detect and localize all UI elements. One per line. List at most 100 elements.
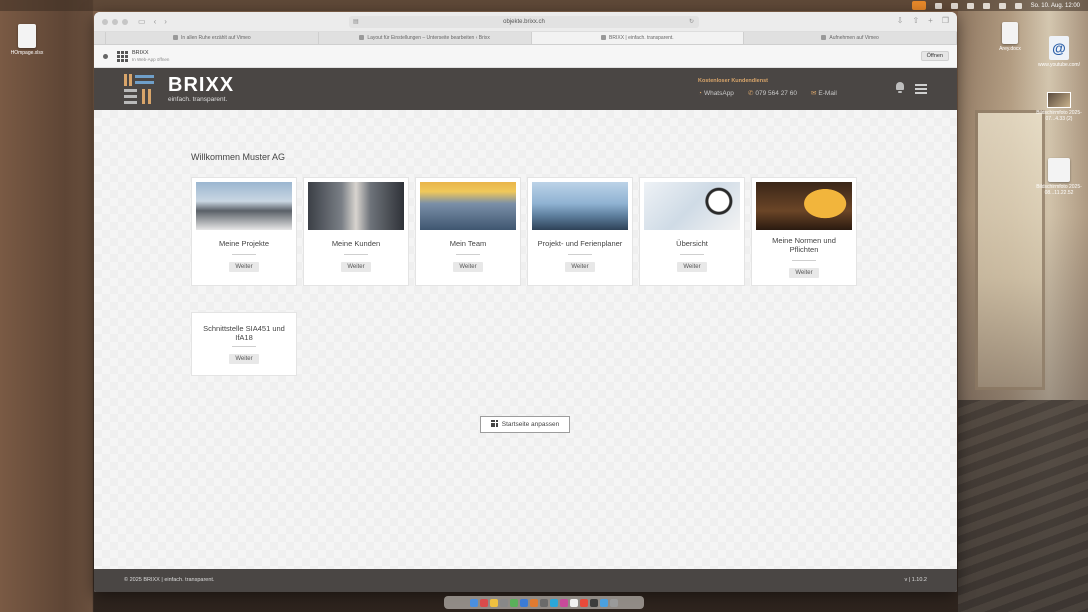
brand-title: BRIXX	[168, 73, 235, 96]
email-icon: ✉	[810, 90, 817, 97]
maximize-window-icon[interactable]	[122, 18, 128, 25]
address-bar[interactable]: ▤ objekte.brixx.ch ↻	[349, 16, 699, 28]
architects-photo	[196, 182, 292, 230]
tile-label: Mein Team	[449, 239, 487, 248]
status-icon[interactable]	[934, 2, 942, 9]
tile-divider	[456, 254, 480, 255]
weiter-button[interactable]: Weiter	[677, 262, 707, 272]
tile-meine-kunden[interactable]: Meine Kunden Weiter	[303, 177, 409, 286]
phone-link[interactable]: ✆ 079 564 27 60	[748, 90, 797, 98]
tab-label: In allen Ruhe erzählt auf Vimeo	[181, 35, 251, 41]
app-icon[interactable]	[520, 598, 528, 607]
favicon-icon	[173, 34, 179, 40]
share-icon[interactable]: ⇧	[912, 16, 919, 25]
document-file-icon	[1002, 22, 1018, 44]
weiter-button[interactable]: Weiter	[341, 262, 371, 272]
tile-mein-team[interactable]: Mein Team Weiter	[415, 177, 521, 286]
tile-label: Meine Projekte	[218, 239, 270, 248]
recording-indicator-icon[interactable]	[911, 1, 926, 10]
gavel-helmet-photo	[756, 182, 852, 230]
desktop-file-youtube[interactable]: @ www.youtube.com/	[1034, 36, 1084, 68]
close-window-icon[interactable]	[102, 18, 108, 25]
app-icon[interactable]	[560, 598, 568, 607]
notifications-bell-icon[interactable]	[895, 82, 905, 93]
app-icon[interactable]	[500, 598, 508, 607]
app-icon[interactable]	[550, 598, 558, 607]
toolbar-right: ⇩ ⇧ + ❐	[897, 16, 949, 25]
search-icon[interactable]	[1014, 2, 1022, 9]
weiter-button[interactable]: Weiter	[229, 354, 259, 364]
minimize-window-icon[interactable]	[112, 18, 118, 25]
desktop-file-arey[interactable]: Arey.docx	[990, 22, 1030, 52]
weiter-button[interactable]: Weiter	[229, 262, 259, 272]
desktop-file-hompage[interactable]: HOmpage.xlsx	[6, 24, 48, 56]
app-icon[interactable]	[540, 598, 548, 607]
reload-icon[interactable]: ↻	[689, 16, 694, 28]
tab-bar: In allen Ruhe erzählt auf Vimeo Layout f…	[94, 32, 957, 45]
app-icon[interactable]	[530, 598, 538, 607]
web-app-info-icon[interactable]	[103, 53, 108, 59]
email-label: E-Mail	[818, 90, 837, 97]
app-icon[interactable]	[510, 598, 518, 607]
forward-icon[interactable]: ›	[164, 17, 167, 26]
finder-icon[interactable]	[470, 598, 478, 607]
weiter-button[interactable]: Weiter	[789, 268, 819, 278]
phone-icon: ✆	[747, 90, 754, 97]
app-icon[interactable]	[570, 598, 578, 607]
status-icon[interactable]	[950, 2, 958, 9]
web-app-banner: BRIXX In Web-App öffnen Öffnen	[94, 45, 957, 68]
sidebar-toggle-icon[interactable]: ▭	[138, 17, 146, 26]
tab-vimeo-1[interactable]: In allen Ruhe erzählt auf Vimeo	[106, 32, 319, 44]
tab-brixx[interactable]: BRIXX | einfach. transparent.	[531, 32, 745, 44]
favicon-icon	[601, 34, 607, 40]
tab-vimeo-2[interactable]: Aufnehmen auf Vimeo	[744, 32, 957, 44]
email-link[interactable]: ✉ E-Mail	[811, 90, 837, 98]
tile-uebersicht[interactable]: Übersicht Weiter	[639, 177, 745, 286]
tab-overview-icon[interactable]: ❐	[942, 16, 949, 25]
screenshot-file-icon	[1048, 158, 1070, 182]
weiter-button[interactable]: Weiter	[453, 262, 483, 272]
tile-label: Übersicht	[676, 239, 708, 248]
customize-homepage-button[interactable]: Startseite anpassen	[480, 416, 570, 433]
desktop-file-screenshot-2[interactable]: Bildschirmfoto 2025-08...11.22.52	[1034, 158, 1084, 196]
wifi-icon[interactable]	[998, 2, 1006, 9]
tile-schnittstelle[interactable]: Schnittstelle SIA451 und IfA18 Weiter	[191, 312, 297, 376]
web-app-name: BRIXX	[132, 49, 149, 56]
download-icon[interactable]: ⇩	[897, 16, 904, 25]
app-icon[interactable]	[600, 598, 608, 607]
trash-icon[interactable]	[610, 598, 618, 607]
back-icon[interactable]: ‹	[154, 17, 157, 26]
battery-icon[interactable]	[982, 2, 990, 9]
whatsapp-icon: ◔	[698, 90, 702, 97]
tile-divider	[792, 260, 816, 261]
tab-label: BRIXX | einfach. transparent.	[609, 35, 674, 41]
weiter-button[interactable]: Weiter	[565, 262, 595, 272]
menubar-clock[interactable]: So. 10. Aug. 12:00	[1031, 3, 1080, 9]
web-app-subtitle: In Web-App öffnen	[132, 56, 170, 62]
tab-layout-settings[interactable]: Layout für Einstellungen – Unterseite be…	[319, 32, 532, 44]
app-icon[interactable]	[590, 598, 598, 607]
page-settings-icon[interactable]: ▤	[353, 16, 359, 28]
open-web-app-button[interactable]: Öffnen	[920, 51, 949, 61]
tab-group-icon[interactable]	[94, 32, 106, 44]
brand-logo-link[interactable]: BRIXX einfach. transparent.	[124, 74, 234, 104]
menubar: So. 10. Aug. 12:00	[0, 0, 1088, 11]
brand-tagline: einfach. transparent.	[168, 95, 228, 103]
app-icon[interactable]	[580, 598, 588, 607]
tile-divider	[232, 254, 256, 255]
phone-number: 079 564 27 60	[755, 90, 797, 97]
tile-projekt-ferienplaner[interactable]: Projekt- und Ferienplaner Weiter	[527, 177, 633, 286]
tile-meine-projekte[interactable]: Meine Projekte Weiter	[191, 177, 297, 286]
hamburger-menu-icon[interactable]	[915, 84, 927, 94]
toolbar-left: ▭ ‹ ›	[138, 17, 167, 26]
whatsapp-link[interactable]: ◔ WhatsApp	[698, 90, 734, 98]
spreadsheet-file-icon	[18, 24, 36, 48]
tile-label: Schnittstelle SIA451 und IfA18	[203, 324, 285, 342]
app-icon[interactable]	[490, 598, 498, 607]
desktop-file-screenshot-1[interactable]: Bildschirmfoto 2025-07...4.33 (2)	[1034, 92, 1084, 122]
desktop-file-label: www.youtube.com/	[1038, 62, 1080, 68]
new-tab-icon[interactable]: +	[928, 16, 933, 25]
tile-normen-pflichten[interactable]: Meine Normen und Pflichten Weiter	[751, 177, 857, 286]
status-icon[interactable]	[966, 2, 974, 9]
app-icon[interactable]	[480, 598, 488, 607]
